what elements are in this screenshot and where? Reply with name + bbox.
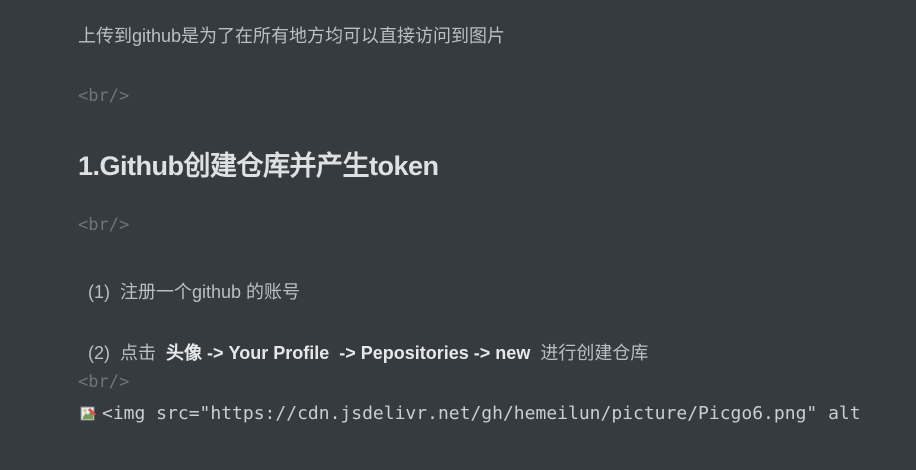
step-1-prefix: (1) (88, 282, 110, 302)
step-1-paragraph: (1) 注册一个github 的账号 (88, 278, 300, 304)
br-tag-2: <br/> (78, 215, 130, 235)
markdown-editor[interactable]: 上传到github是为了在所有地方均可以直接访问到图片 <br/> 1.Gith… (0, 0, 916, 470)
step-2-bold-2: Pepositories -> new (360, 343, 531, 363)
step-2-text-after: 进行创建仓库 (540, 343, 649, 363)
step-2-prefix: (2) (88, 343, 110, 363)
step-1-text: 注册一个github 的账号 (120, 282, 301, 302)
step-2-paragraph: (2) 点击 头像 -> Your Profile -> Pepositorie… (88, 339, 648, 365)
step-2-text-before: 点击 (120, 343, 157, 363)
step-2-arrow: -> (339, 343, 356, 363)
image-source-code: <img src="https://cdn.jsdelivr.net/gh/he… (102, 403, 861, 424)
br-tag-1: <br/> (78, 86, 130, 106)
intro-paragraph: 上传到github是为了在所有地方均可以直接访问到图片 (78, 26, 506, 46)
image-source-line[interactable]: <img src="https://cdn.jsdelivr.net/gh/he… (80, 403, 861, 424)
br-tag-3: <br/> (78, 372, 130, 392)
step-2-bold-1: 头像 -> Your Profile (166, 343, 330, 363)
section-heading: 1.Github创建仓库并产生token (78, 151, 439, 181)
broken-image-icon (80, 406, 98, 422)
